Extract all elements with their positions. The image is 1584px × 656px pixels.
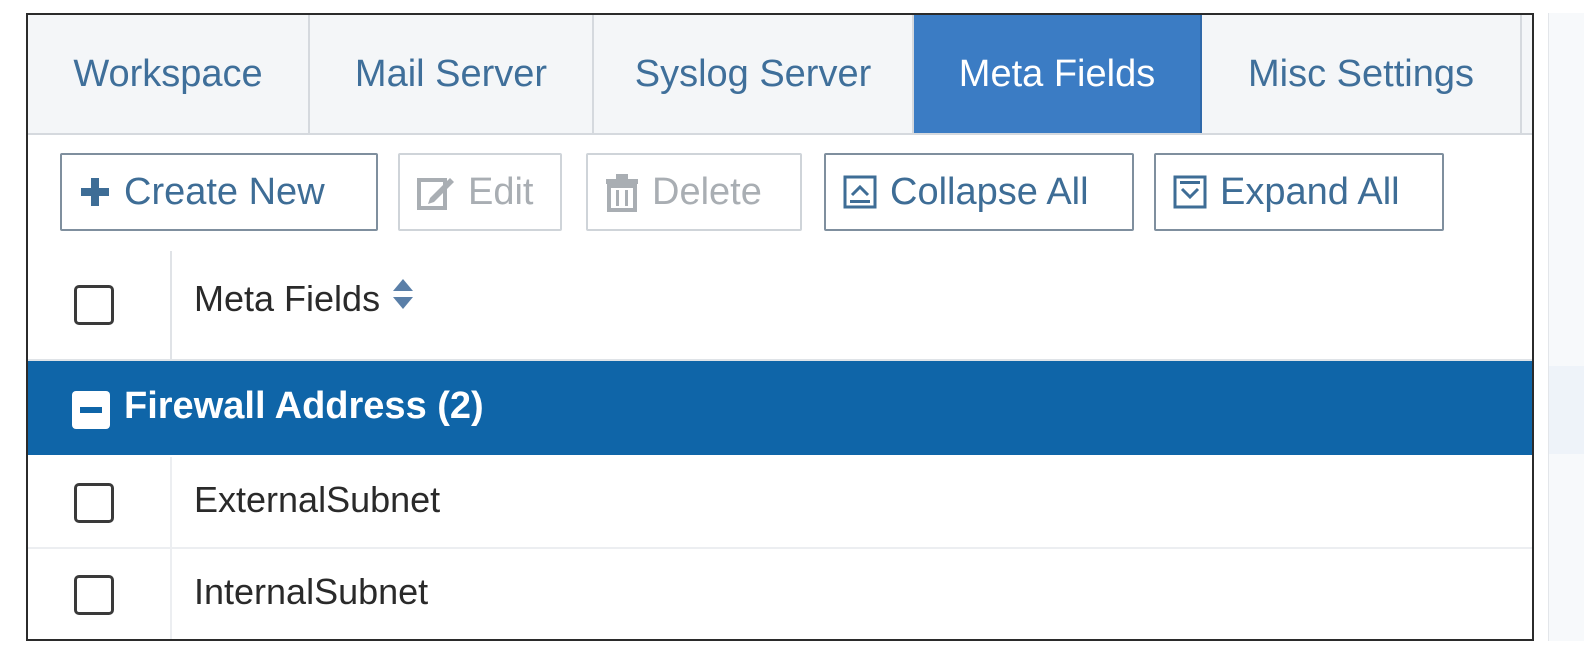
edit-icon xyxy=(416,172,456,212)
toolbar: Create New Edit Delete Collapse All Expa… xyxy=(28,135,1532,253)
create-new-label: Create New xyxy=(124,170,325,213)
delete-label: Delete xyxy=(652,170,762,213)
group-label: Firewall Address (2) xyxy=(124,385,484,427)
tab-meta-fields[interactable]: Meta Fields xyxy=(914,15,1202,133)
plus-icon xyxy=(78,175,112,209)
delete-button[interactable]: Delete xyxy=(586,153,802,231)
column-divider xyxy=(170,251,172,359)
row-checkbox[interactable] xyxy=(74,575,114,615)
table-row[interactable]: ExternalSubnet xyxy=(28,457,1532,549)
row-label: InternalSubnet xyxy=(194,571,429,612)
tab-workspace[interactable]: Workspace xyxy=(28,15,310,133)
trash-icon xyxy=(604,172,640,212)
collapse-icon xyxy=(842,174,878,210)
sort-icon[interactable] xyxy=(392,277,414,320)
tab-misc-settings[interactable]: Misc Settings xyxy=(1202,15,1522,133)
row-label: ExternalSubnet xyxy=(194,479,441,520)
adjacent-panel-edge xyxy=(1548,13,1584,641)
expand-all-label: Expand All xyxy=(1220,170,1400,213)
row-checkbox[interactable] xyxy=(74,483,114,523)
column-divider xyxy=(170,549,172,639)
tab-mail-server[interactable]: Mail Server xyxy=(310,15,594,133)
edit-label: Edit xyxy=(468,170,534,213)
collapse-all-button[interactable]: Collapse All xyxy=(824,153,1134,231)
select-all-checkbox[interactable] xyxy=(74,285,114,325)
adjacent-panel-highlight xyxy=(1549,366,1584,454)
group-row-firewall-address[interactable]: Firewall Address (2) xyxy=(28,361,1532,455)
expand-icon xyxy=(1172,174,1208,210)
table-header: Meta Fields xyxy=(28,251,1532,361)
settings-tab-bar: Workspace Mail Server Syslog Server Meta… xyxy=(28,15,1532,135)
column-divider xyxy=(170,457,172,547)
column-header-label: Meta Fields xyxy=(194,277,381,319)
create-new-button[interactable]: Create New xyxy=(60,153,378,231)
tab-syslog-server[interactable]: Syslog Server xyxy=(594,15,914,133)
meta-fields-panel: Workspace Mail Server Syslog Server Meta… xyxy=(26,13,1534,641)
meta-fields-column-header[interactable]: Meta Fields xyxy=(194,277,414,320)
minus-square-icon[interactable] xyxy=(72,391,110,429)
expand-all-button[interactable]: Expand All xyxy=(1154,153,1444,231)
table-row[interactable]: InternalSubnet xyxy=(28,549,1532,639)
edit-button[interactable]: Edit xyxy=(398,153,562,231)
collapse-all-label: Collapse All xyxy=(890,170,1089,213)
